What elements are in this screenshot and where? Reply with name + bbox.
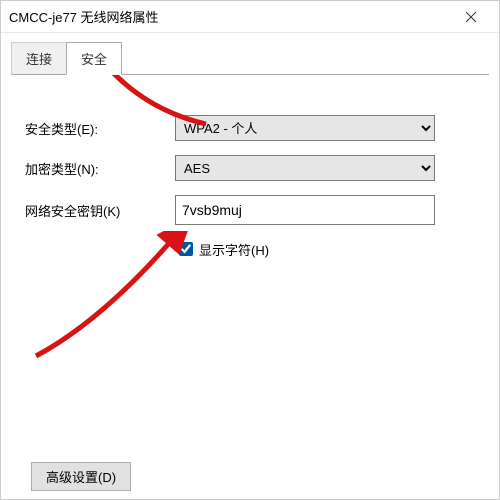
wifi-properties-dialog: CMCC-je77 无线网络属性 连接 安全 安全类型(E): WPA2 - 个… [0, 0, 500, 500]
show-characters-label: 显示字符(H) [199, 240, 269, 259]
window-title: CMCC-je77 无线网络属性 [9, 7, 451, 26]
security-panel: 安全类型(E): WPA2 - 个人 加密类型(N): AES 网络安全密钥(K… [1, 75, 499, 269]
advanced-settings-area: 高级设置(D) [31, 462, 131, 491]
advanced-settings-button[interactable]: 高级设置(D) [31, 462, 131, 491]
tab-security[interactable]: 安全 [66, 42, 122, 75]
close-icon [465, 11, 477, 23]
security-type-select[interactable]: WPA2 - 个人 [175, 115, 435, 141]
close-button[interactable] [451, 2, 491, 32]
titlebar: CMCC-je77 无线网络属性 [1, 1, 499, 33]
network-key-label: 网络安全密钥(K) [25, 201, 175, 220]
tab-connection[interactable]: 连接 [11, 42, 67, 75]
encryption-type-label: 加密类型(N): [25, 159, 175, 178]
security-type-label: 安全类型(E): [25, 119, 175, 138]
network-key-input[interactable] [175, 195, 435, 225]
encryption-type-select[interactable]: AES [175, 155, 435, 181]
show-characters-checkbox[interactable] [179, 242, 193, 256]
tab-bar: 连接 安全 [11, 41, 489, 75]
